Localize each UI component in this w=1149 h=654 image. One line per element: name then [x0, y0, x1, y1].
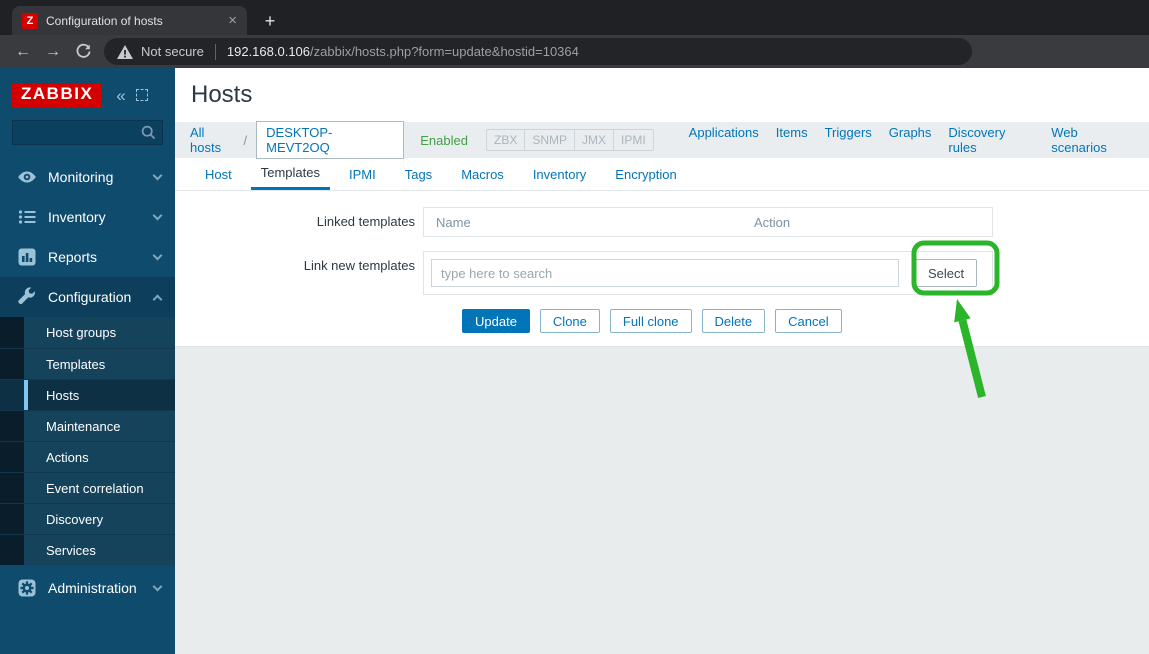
- bar-chart-icon: [18, 248, 36, 266]
- eye-icon: [18, 171, 36, 183]
- submenu-item-hosts[interactable]: Hosts: [0, 379, 175, 410]
- gear-icon: [18, 579, 36, 597]
- wrench-icon: [18, 287, 35, 305]
- url-divider: [214, 43, 216, 60]
- sidebar-search-input[interactable]: [19, 125, 141, 140]
- tab-title: Configuration of hosts: [46, 13, 163, 28]
- chevron-down-icon: [152, 210, 163, 221]
- tab-tags[interactable]: Tags: [395, 158, 442, 190]
- sidebar-item-reports[interactable]: Reports: [0, 237, 175, 277]
- page-background: [175, 346, 1149, 654]
- submenu-item-event-correlation[interactable]: Event correlation: [0, 472, 175, 503]
- template-multiselect: Select: [423, 251, 993, 295]
- browser-tabstrip: Z Configuration of hosts × +: [0, 0, 1149, 35]
- submenu-item-host-groups[interactable]: Host groups: [0, 317, 175, 348]
- browser-toolbar: ← → Not secure 192.168.0.106/zabbix/host…: [0, 35, 1149, 68]
- submenu-item-templates[interactable]: Templates: [0, 348, 175, 379]
- sidebar: ZABBIX « Monitoring Inventory Reports Co…: [0, 68, 175, 654]
- security-status: Not secure: [141, 44, 204, 59]
- column-header-name: Name: [436, 214, 471, 230]
- zabbix-favicon-icon: Z: [22, 12, 38, 29]
- sidebar-item-label: Monitoring: [48, 169, 114, 185]
- sidebar-item-configuration[interactable]: Configuration: [0, 277, 175, 317]
- chevron-up-icon: [152, 294, 163, 304]
- link-new-templates-label: Link new templates: [303, 258, 415, 273]
- breadcrumb-all-hosts-link[interactable]: All hosts: [190, 125, 239, 155]
- jmx-badge: JMX: [574, 130, 613, 150]
- breadcrumb-host-name[interactable]: DESKTOP-MEVT2OQ: [256, 121, 405, 159]
- submenu-item-discovery[interactable]: Discovery: [0, 503, 175, 534]
- sidebar-item-monitoring[interactable]: Monitoring: [0, 157, 175, 197]
- tab-close-icon[interactable]: ×: [228, 12, 237, 29]
- sidebar-item-administration[interactable]: Administration: [0, 568, 175, 608]
- page-title: Hosts: [191, 81, 253, 108]
- web-scenarios-link[interactable]: Web scenarios: [1051, 125, 1134, 155]
- select-button[interactable]: Select: [915, 259, 978, 287]
- template-search-input[interactable]: [431, 259, 899, 287]
- column-header-action: Action: [754, 214, 791, 230]
- submenu-item-services[interactable]: Services: [0, 534, 175, 565]
- zabbix-logo[interactable]: ZABBIX: [12, 83, 103, 107]
- cancel-button[interactable]: Cancel: [775, 309, 842, 333]
- forward-icon[interactable]: →: [38, 43, 68, 61]
- sidebar-item-label: Configuration: [48, 289, 132, 305]
- ipmi-badge: IPMI: [613, 130, 653, 150]
- tab-templates[interactable]: Templates: [250, 158, 330, 190]
- url-path: /zabbix/hosts.php?form=update&hostid=103…: [310, 44, 579, 59]
- collapse-sidebar-icon[interactable]: «: [116, 87, 125, 104]
- warning-icon[interactable]: [117, 44, 133, 59]
- back-icon[interactable]: ←: [8, 43, 38, 61]
- delete-button[interactable]: Delete: [701, 309, 766, 333]
- new-tab-button[interactable]: +: [258, 9, 282, 33]
- snmp-badge: SNMP: [524, 130, 574, 150]
- host-status-badge[interactable]: Enabled: [420, 133, 468, 148]
- full-clone-button[interactable]: Full clone: [609, 309, 692, 333]
- list-icon: [18, 210, 36, 224]
- linked-templates-label: Linked templates: [316, 214, 415, 229]
- tab-encryption[interactable]: Encryption: [605, 158, 686, 190]
- chevron-down-icon: [152, 170, 163, 181]
- sidebar-item-label: Inventory: [48, 209, 106, 225]
- linked-templates-table: Name Action: [423, 207, 993, 237]
- address-bar[interactable]: Not secure 192.168.0.106/zabbix/hosts.ph…: [104, 38, 972, 65]
- templates-form: Linked templates Name Action Link new te…: [175, 191, 1149, 346]
- chevron-down-icon: [152, 581, 163, 592]
- sidebar-nav: Monitoring Inventory Reports Configurati…: [0, 157, 175, 608]
- tab-ipmi[interactable]: IPMI: [339, 158, 386, 190]
- related-links: Applications Items Triggers Graphs Disco…: [672, 125, 1134, 155]
- breadcrumb-separator: /: [243, 132, 248, 148]
- clone-button[interactable]: Clone: [539, 309, 600, 333]
- tab-macros[interactable]: Macros: [451, 158, 514, 190]
- breadcrumb: All hosts / DESKTOP-MEVT2OQ Enabled ZBX …: [175, 121, 1149, 159]
- browser-tab[interactable]: Z Configuration of hosts ×: [12, 6, 247, 35]
- zbx-badge: ZBX: [493, 133, 518, 147]
- search-icon: [141, 125, 156, 140]
- tab-host[interactable]: Host: [195, 158, 242, 190]
- main-content: Hosts All hosts / DESKTOP-MEVT2OQ Enable…: [175, 68, 1149, 654]
- sidebar-search[interactable]: [12, 120, 163, 145]
- reload-icon[interactable]: [68, 43, 98, 60]
- sidebar-item-label: Administration: [48, 580, 137, 596]
- sidebar-item-label: Reports: [48, 249, 98, 265]
- graphs-link[interactable]: Graphs: [889, 125, 932, 155]
- configuration-submenu: Host groups Templates Hosts Maintenance …: [0, 317, 175, 565]
- fullscreen-icon[interactable]: [135, 89, 148, 101]
- submenu-item-maintenance[interactable]: Maintenance: [0, 410, 175, 441]
- applications-link[interactable]: Applications: [689, 125, 759, 155]
- submenu-item-actions[interactable]: Actions: [0, 441, 175, 472]
- form-footer-buttons: Update Clone Full clone Delete Cancel: [462, 309, 1149, 346]
- items-link[interactable]: Items: [776, 125, 808, 155]
- update-button[interactable]: Update: [462, 309, 530, 333]
- host-form-tabs: Host Templates IPMI Tags Macros Inventor…: [175, 158, 1149, 191]
- tab-inventory[interactable]: Inventory: [523, 158, 596, 190]
- chevron-down-icon: [152, 250, 163, 261]
- url-host: 192.168.0.106: [226, 44, 311, 59]
- triggers-link[interactable]: Triggers: [825, 125, 872, 155]
- discovery-rules-link[interactable]: Discovery rules: [948, 125, 1034, 155]
- interface-availability-badges: ZBX SNMP JMX IPMI: [485, 129, 654, 151]
- sidebar-item-inventory[interactable]: Inventory: [0, 197, 175, 237]
